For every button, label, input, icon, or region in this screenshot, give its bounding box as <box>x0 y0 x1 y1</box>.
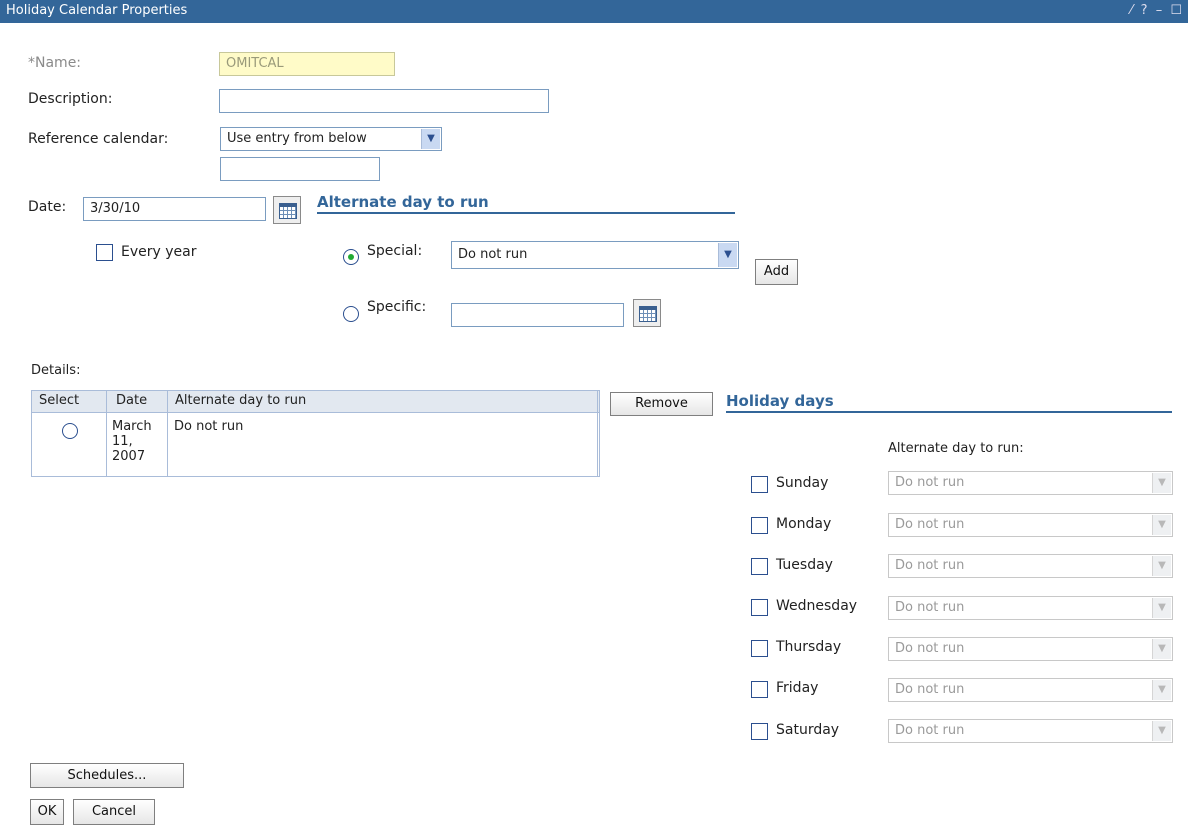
details-table-header: Select Date Alternate day to run <box>32 391 599 413</box>
every-year-label: Every year <box>121 244 197 260</box>
specific-date-field[interactable] <box>451 303 624 327</box>
row-date: March 11, 2007 <box>112 419 152 464</box>
friday-label: Friday <box>776 680 819 696</box>
specific-radio[interactable] <box>343 306 359 322</box>
special-select[interactable]: Do not run ▼ <box>451 241 739 269</box>
sunday-label: Sunday <box>776 475 829 491</box>
monday-alternate-select: Do not run ▼ <box>888 513 1173 537</box>
description-field[interactable] <box>219 89 549 113</box>
ok-button[interactable]: OK <box>30 799 64 825</box>
details-label: Details: <box>31 363 81 378</box>
every-year-checkbox[interactable] <box>96 244 113 261</box>
column-header-alternate: Alternate day to run <box>175 393 307 408</box>
sunday-checkbox[interactable] <box>751 476 768 493</box>
chevron-down-icon: ▼ <box>1152 515 1171 535</box>
holiday-days-list: Sunday Do not run ▼ Monday Do not run ▼ Tu… <box>0 470 1188 730</box>
name-label: *Name: <box>28 55 82 71</box>
special-radio[interactable] <box>343 249 359 265</box>
alternate-day-section-title: Alternate day to run <box>317 193 489 211</box>
date-field[interactable]: 3/30/10 <box>83 197 266 221</box>
column-header-select: Select <box>39 393 80 408</box>
monday-checkbox[interactable] <box>751 517 768 534</box>
remove-button[interactable]: Remove <box>610 392 713 416</box>
chevron-down-icon: ▼ <box>1152 473 1171 493</box>
reference-calendar-extra-field[interactable] <box>220 157 380 181</box>
chevron-down-icon: ▼ <box>1152 639 1171 659</box>
name-field[interactable]: OMITCAL <box>219 52 395 76</box>
calendar-icon <box>639 306 657 322</box>
saturday-checkbox[interactable] <box>751 723 768 740</box>
window-title-bar: Holiday Calendar Properties ⁄ ? – ☐ <box>0 0 1188 23</box>
wednesday-alternate-select: Do not run ▼ <box>888 596 1173 620</box>
alternate-day-section-rule <box>317 212 735 214</box>
details-table: Select Date Alternate day to run March 1… <box>31 390 600 477</box>
holiday-alternate-header: Alternate day to run: <box>888 441 1024 456</box>
tuesday-alternate-select: Do not run ▼ <box>888 554 1173 578</box>
friday-checkbox[interactable] <box>751 681 768 698</box>
table-row: March 11, 2007 Do not run <box>32 413 599 475</box>
add-button[interactable]: Add <box>755 259 798 285</box>
window-title: Holiday Calendar Properties <box>6 3 188 18</box>
thursday-checkbox[interactable] <box>751 640 768 657</box>
date-label: Date: <box>28 199 67 215</box>
schedules-button[interactable]: Schedules... <box>30 763 184 788</box>
sunday-alternate-select: Do not run ▼ <box>888 471 1173 495</box>
date-calendar-button[interactable] <box>273 196 301 224</box>
chevron-down-icon: ▼ <box>1152 556 1171 576</box>
row-alternate: Do not run <box>174 419 244 434</box>
thursday-label: Thursday <box>776 639 842 655</box>
friday-alternate-select: Do not run ▼ <box>888 678 1173 702</box>
column-header-date: Date <box>116 393 148 408</box>
special-select-value: Do not run <box>458 247 528 262</box>
cancel-button[interactable]: Cancel <box>73 799 155 825</box>
reference-calendar-value: Use entry from below <box>227 131 367 146</box>
chevron-down-icon[interactable]: ▼ <box>718 243 737 267</box>
tuesday-checkbox[interactable] <box>751 558 768 575</box>
chevron-down-icon[interactable]: ▼ <box>421 129 440 149</box>
window-controls[interactable]: ⁄ ? – ☐ <box>1130 3 1184 18</box>
specific-calendar-button[interactable] <box>633 299 661 327</box>
chevron-down-icon: ▼ <box>1152 721 1171 741</box>
monday-label: Monday <box>776 516 832 532</box>
radio-selected-dot <box>348 254 354 260</box>
saturday-label: Saturday <box>776 722 840 738</box>
wednesday-checkbox[interactable] <box>751 599 768 616</box>
wednesday-label: Wednesday <box>776 598 858 614</box>
reference-calendar-select[interactable]: Use entry from below ▼ <box>220 127 442 151</box>
calendar-icon <box>279 203 297 219</box>
tuesday-label: Tuesday <box>776 557 833 573</box>
holiday-days-section-rule <box>726 411 1172 413</box>
row-select-radio[interactable] <box>62 423 78 439</box>
chevron-down-icon: ▼ <box>1152 598 1171 618</box>
holiday-days-section-title: Holiday days <box>726 392 834 410</box>
saturday-alternate-select: Do not run ▼ <box>888 719 1173 743</box>
chevron-down-icon: ▼ <box>1152 680 1171 700</box>
specific-label: Specific: <box>367 299 427 315</box>
reference-calendar-label: Reference calendar: <box>28 131 169 147</box>
special-label: Special: <box>367 243 423 259</box>
description-label: Description: <box>28 91 113 107</box>
thursday-alternate-select: Do not run ▼ <box>888 637 1173 661</box>
